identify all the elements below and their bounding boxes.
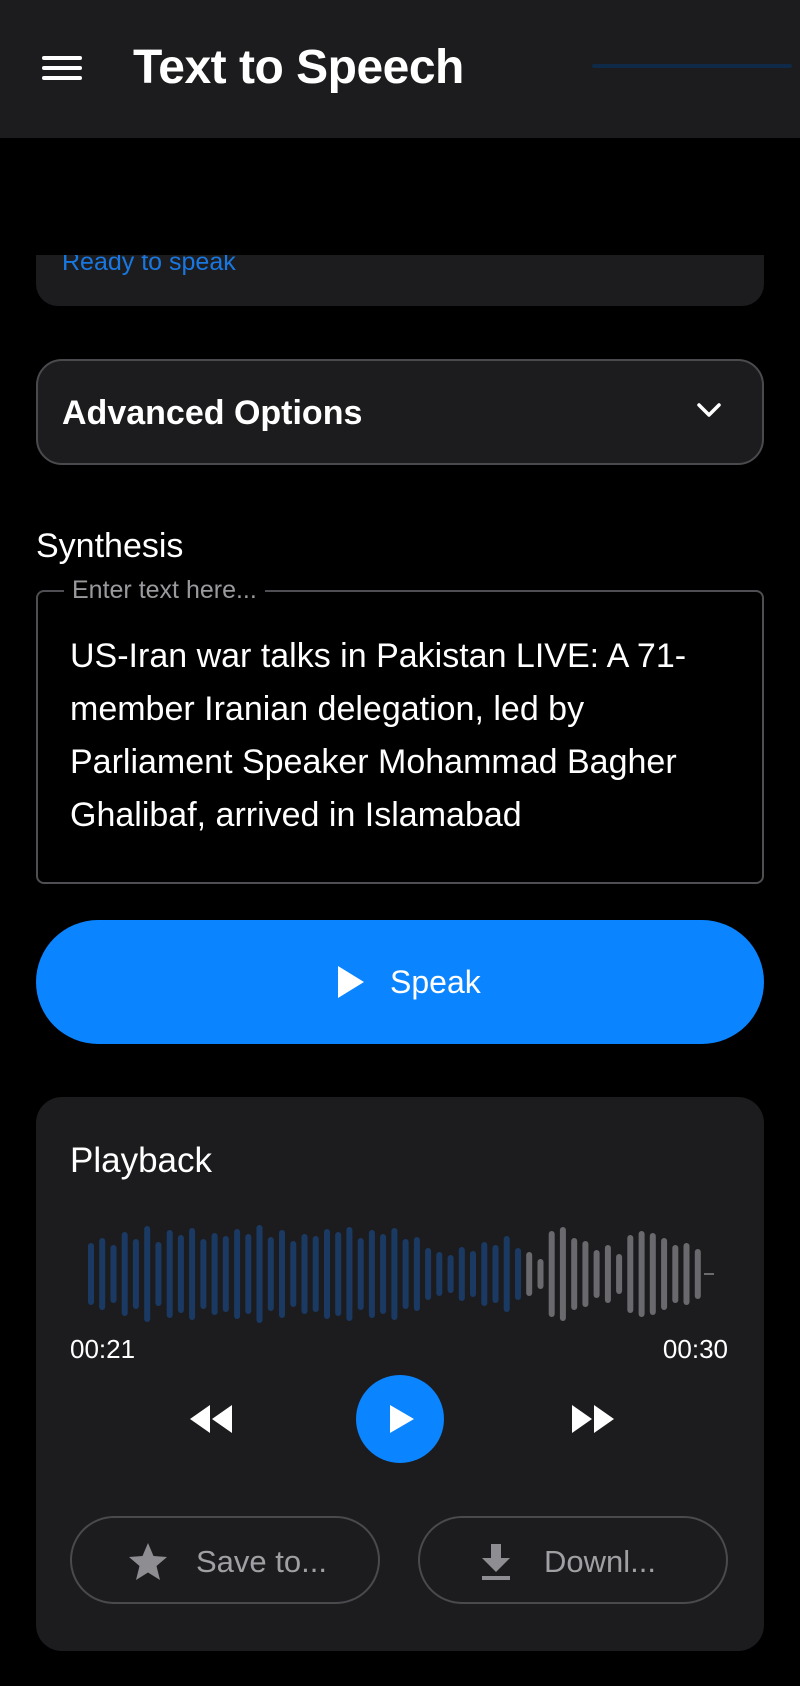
waveform-bar bbox=[335, 1232, 342, 1316]
page-title: Text to Speech bbox=[133, 41, 464, 94]
waveform-bar bbox=[458, 1247, 465, 1301]
playback-title: Playback bbox=[70, 1141, 213, 1180]
waveform-bar bbox=[649, 1233, 656, 1315]
waveform-bar bbox=[144, 1226, 151, 1322]
waveform-bar bbox=[155, 1242, 162, 1306]
current-time: 00:21 bbox=[70, 1334, 136, 1364]
download-button[interactable]: Downl... bbox=[418, 1516, 728, 1604]
download-label: Downl... bbox=[544, 1544, 656, 1579]
hamburger-menu-icon[interactable] bbox=[36, 48, 88, 88]
waveform-bar bbox=[121, 1232, 128, 1316]
play-icon bbox=[338, 966, 364, 998]
waveform-bar bbox=[503, 1236, 510, 1312]
waveform-bar bbox=[245, 1234, 252, 1314]
synthesis-section-title: Synthesis bbox=[36, 527, 184, 565]
waveform-bar bbox=[88, 1243, 94, 1305]
waveform-bar bbox=[515, 1248, 521, 1300]
waveform-bar bbox=[661, 1238, 668, 1310]
play-icon bbox=[390, 1405, 414, 1433]
save-to-button[interactable]: Save to... bbox=[70, 1516, 380, 1604]
waveform-bar bbox=[470, 1251, 476, 1297]
synthesis-text-field[interactable]: Enter text here... US-Iran war talks in … bbox=[36, 574, 764, 884]
waveform-bar bbox=[267, 1237, 274, 1311]
appbar-progress-line bbox=[592, 64, 792, 68]
waveform-bar bbox=[312, 1236, 319, 1312]
waveform-bar bbox=[526, 1252, 533, 1296]
waveform-bar bbox=[357, 1238, 364, 1310]
waveform-bar bbox=[391, 1228, 398, 1320]
waveform-bar bbox=[616, 1254, 623, 1294]
waveform-bar bbox=[627, 1235, 634, 1313]
waveform-bar bbox=[166, 1230, 173, 1318]
star-icon bbox=[129, 1543, 167, 1580]
waveform-bar bbox=[672, 1245, 679, 1303]
save-to-label: Save to... bbox=[196, 1544, 327, 1579]
waveform-bar bbox=[559, 1227, 566, 1321]
audio-waveform[interactable] bbox=[86, 1221, 714, 1327]
waveform-bar bbox=[492, 1245, 499, 1303]
waveform-bar bbox=[177, 1235, 184, 1313]
waveform-bar bbox=[604, 1245, 611, 1303]
waveform-bar bbox=[200, 1239, 207, 1309]
waveform-bar bbox=[189, 1228, 196, 1320]
waveform-bar bbox=[683, 1243, 690, 1305]
chevron-down-icon bbox=[697, 403, 721, 417]
waveform-bar bbox=[301, 1234, 308, 1314]
waveform-bar bbox=[380, 1234, 387, 1314]
waveform-bar bbox=[279, 1230, 285, 1318]
waveform-bar bbox=[222, 1236, 229, 1312]
advanced-options-toggle[interactable]: Advanced Options bbox=[36, 359, 764, 465]
waveform-bar bbox=[402, 1239, 409, 1309]
waveform-bar bbox=[346, 1227, 353, 1321]
waveform-bar bbox=[425, 1248, 432, 1300]
waveform-bar bbox=[537, 1259, 544, 1289]
play-button[interactable] bbox=[356, 1375, 444, 1463]
status-text: Ready to speak bbox=[62, 255, 236, 276]
waveform-bar bbox=[211, 1233, 218, 1315]
waveform-bar bbox=[99, 1238, 106, 1310]
waveform-bar bbox=[447, 1255, 454, 1293]
waveform-bar bbox=[694, 1249, 701, 1299]
rewind-icon[interactable] bbox=[186, 1399, 236, 1439]
download-icon bbox=[482, 1544, 510, 1580]
text-field-placeholder-label: Enter text here... bbox=[64, 574, 265, 606]
total-time: 00:30 bbox=[662, 1334, 728, 1364]
advanced-options-label: Advanced Options bbox=[62, 394, 363, 432]
fast-forward-icon[interactable] bbox=[568, 1399, 618, 1439]
waveform-bar bbox=[638, 1231, 645, 1317]
waveform-bar bbox=[256, 1225, 263, 1323]
speak-button[interactable]: Speak bbox=[36, 920, 764, 1044]
waveform-bar bbox=[368, 1230, 375, 1318]
waveform-bar bbox=[593, 1250, 600, 1298]
waveform-bar bbox=[436, 1252, 443, 1296]
app-bar: Text to Speech bbox=[0, 0, 800, 138]
waveform-bar bbox=[481, 1242, 488, 1306]
waveform-bar bbox=[132, 1239, 139, 1309]
playback-card: Playback 00:21 00:30 Save to... Downl... bbox=[36, 1097, 764, 1651]
waveform-bar bbox=[413, 1237, 420, 1311]
status-card: Ready to speak bbox=[36, 255, 764, 306]
waveform-bar bbox=[324, 1229, 330, 1319]
synthesis-text-input[interactable]: US-Iran war talks in Pakistan LIVE: A 71… bbox=[70, 630, 750, 842]
waveform-bar bbox=[110, 1245, 117, 1303]
waveform-bar bbox=[582, 1241, 589, 1307]
waveform-bar bbox=[548, 1231, 555, 1317]
waveform-tail bbox=[704, 1273, 714, 1275]
waveform-bar bbox=[234, 1229, 241, 1319]
waveform-bar bbox=[571, 1238, 578, 1310]
speak-button-label: Speak bbox=[390, 964, 481, 1000]
waveform-bar bbox=[290, 1241, 297, 1307]
